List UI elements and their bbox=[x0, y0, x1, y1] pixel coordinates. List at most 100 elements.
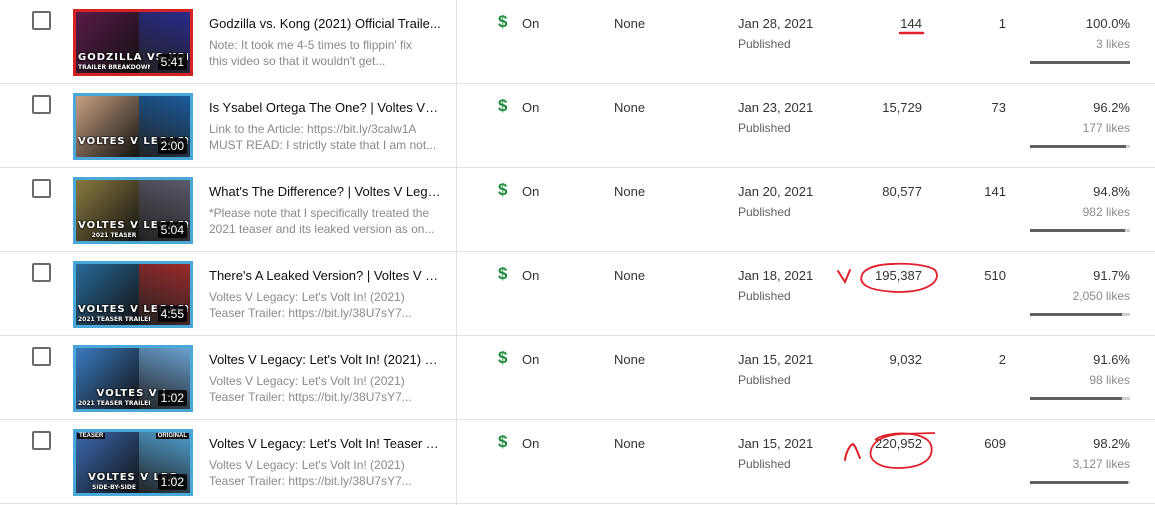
like-count: 982 likes bbox=[1082, 205, 1130, 219]
table-row[interactable]: TEASER ORIGINAL VOLTES V LEG SIDE-BY-SID… bbox=[0, 420, 1155, 504]
table-row[interactable]: VOLTES V L 2021 TEASER TRAILER 1:02 Volt… bbox=[0, 336, 1155, 420]
description-line: Teaser Trailer: https://bit.ly/38U7sY7..… bbox=[209, 474, 412, 488]
like-ratio-fill bbox=[1030, 229, 1125, 232]
like-ratio-fill bbox=[1030, 61, 1130, 64]
row-checkbox[interactable] bbox=[32, 11, 51, 30]
restrictions: None bbox=[614, 184, 646, 199]
table-row[interactable]: VOLTES V LEGACY 2021 TEASER TRAILER 4:55… bbox=[0, 252, 1155, 336]
thumbnail-tag: TEASER bbox=[77, 433, 106, 439]
video-description: Note: It took me 4-5 times to flippin' f… bbox=[209, 37, 441, 69]
video-title[interactable]: Is Ysabel Ortega The One? | Voltes V L..… bbox=[209, 100, 441, 115]
row-checkbox[interactable] bbox=[32, 347, 51, 366]
description-line: Voltes V Legacy: Let's Volt In! (2021) bbox=[209, 458, 405, 472]
dollar-icon[interactable]: $ bbox=[498, 96, 507, 116]
dollar-icon[interactable]: $ bbox=[498, 348, 507, 368]
publish-date: Jan 15, 2021 bbox=[738, 352, 814, 367]
video-description: Voltes V Legacy: Let's Volt In! (2021) T… bbox=[209, 457, 441, 489]
like-percentage: 98.2% bbox=[1093, 436, 1130, 451]
table-row[interactable]: VOLTES V LEGACY 2:00 Is Ysabel Ortega Th… bbox=[0, 84, 1155, 168]
table-row[interactable]: VOLTES V LEGACY 2021 TEASER 5:04 What's … bbox=[0, 168, 1155, 252]
video-description: Voltes V Legacy: Let's Volt In! (2021) T… bbox=[209, 373, 441, 405]
publish-date: Jan 20, 2021 bbox=[738, 184, 814, 199]
video-thumbnail[interactable]: VOLTES V LEGACY 2:00 bbox=[73, 93, 193, 160]
video-title[interactable]: Voltes V Legacy: Let's Volt In! (2021) |… bbox=[209, 352, 441, 367]
like-percentage: 91.7% bbox=[1093, 268, 1130, 283]
video-thumbnail[interactable]: TEASER ORIGINAL VOLTES V LEG SIDE-BY-SID… bbox=[73, 429, 193, 496]
like-ratio-bar bbox=[1030, 313, 1130, 316]
publish-status: Published bbox=[738, 121, 791, 135]
thumbnail-subtitle-text: 2021 TEASER TRAILER bbox=[78, 400, 150, 407]
video-title[interactable]: What's The Difference? | Voltes V Lega..… bbox=[209, 184, 441, 199]
like-count: 2,050 likes bbox=[1072, 289, 1130, 303]
like-ratio-bar bbox=[1030, 397, 1130, 400]
publish-status: Published bbox=[738, 457, 791, 471]
description-line: 2021 teaser and its leaked version as on… bbox=[209, 222, 435, 236]
publish-date: Jan 18, 2021 bbox=[738, 268, 814, 283]
like-ratio-bar bbox=[1030, 229, 1130, 232]
thumbnail-subtitle-text: TRAILER BREAKDOWN bbox=[78, 64, 150, 71]
row-checkbox[interactable] bbox=[32, 95, 51, 114]
comment-count: 141 bbox=[984, 184, 1006, 199]
monetization-status: On bbox=[522, 268, 540, 283]
monetization-status: On bbox=[522, 16, 540, 31]
restrictions: None bbox=[614, 352, 646, 367]
dollar-icon[interactable]: $ bbox=[498, 264, 507, 284]
video-thumbnail[interactable]: VOLTES V L 2021 TEASER TRAILER 1:02 bbox=[73, 345, 193, 412]
like-percentage: 91.6% bbox=[1093, 352, 1130, 367]
view-count: 15,729 bbox=[882, 100, 922, 115]
description-line: this video so that it wouldn't get... bbox=[209, 54, 386, 68]
comment-count: 1 bbox=[998, 16, 1006, 31]
like-ratio-bar bbox=[1030, 481, 1130, 484]
comment-count: 73 bbox=[991, 100, 1006, 115]
description-line: Link to the Article: https://bit.ly/3cal… bbox=[209, 122, 417, 136]
monetization-status: On bbox=[522, 100, 540, 115]
video-title[interactable]: Voltes V Legacy: Let's Volt In! Teaser T… bbox=[209, 436, 441, 451]
restrictions: None bbox=[614, 268, 646, 283]
view-count: 195,387 bbox=[875, 268, 922, 283]
row-checkbox[interactable] bbox=[32, 179, 51, 198]
monetization-status: On bbox=[522, 436, 540, 451]
video-description: Link to the Article: https://bit.ly/3cal… bbox=[209, 121, 441, 153]
table-row[interactable]: GODZILLA VS KONG TRAILER BREAKDOWN 5:41 … bbox=[0, 0, 1155, 84]
video-thumbnail[interactable]: GODZILLA VS KONG TRAILER BREAKDOWN 5:41 bbox=[73, 9, 193, 76]
like-ratio-fill bbox=[1030, 145, 1127, 148]
comment-count: 609 bbox=[984, 436, 1006, 451]
video-title[interactable]: Godzilla vs. Kong (2021) Official Traile… bbox=[209, 16, 441, 31]
description-line: *Please note that I specifically treated… bbox=[209, 206, 430, 220]
publish-status: Published bbox=[738, 205, 791, 219]
video-description: *Please note that I specifically treated… bbox=[209, 205, 441, 237]
comment-count: 510 bbox=[984, 268, 1006, 283]
dollar-icon[interactable]: $ bbox=[498, 12, 507, 32]
like-count: 3,127 likes bbox=[1072, 457, 1130, 471]
row-checkbox[interactable] bbox=[32, 431, 51, 450]
thumbnail-subtitle-text: SIDE-BY-SIDE bbox=[92, 484, 136, 491]
like-count: 177 likes bbox=[1082, 121, 1130, 135]
like-ratio-bar bbox=[1030, 61, 1130, 64]
video-duration: 4:55 bbox=[157, 306, 187, 322]
view-count: 80,577 bbox=[882, 184, 922, 199]
like-percentage: 94.8% bbox=[1093, 184, 1130, 199]
video-thumbnail[interactable]: VOLTES V LEGACY 2021 TEASER 5:04 bbox=[73, 177, 193, 244]
video-title[interactable]: There's A Leaked Version? | Voltes V L..… bbox=[209, 268, 441, 283]
thumbnail-subtitle-text: 2021 TEASER TRAILER bbox=[78, 316, 150, 323]
description-line: MUST READ: I strictly state that I am no… bbox=[209, 138, 437, 152]
column-divider bbox=[456, 0, 457, 505]
video-duration: 1:02 bbox=[157, 390, 187, 406]
thumbnail-subtitle-text: 2021 TEASER bbox=[91, 232, 137, 239]
view-count: 9,032 bbox=[889, 352, 922, 367]
restrictions: None bbox=[614, 16, 646, 31]
like-percentage: 96.2% bbox=[1093, 100, 1130, 115]
monetization-status: On bbox=[522, 352, 540, 367]
description-line: Teaser Trailer: https://bit.ly/38U7sY7..… bbox=[209, 306, 412, 320]
like-percentage: 100.0% bbox=[1085, 16, 1130, 31]
like-count: 3 likes bbox=[1095, 37, 1130, 51]
video-thumbnail[interactable]: VOLTES V LEGACY 2021 TEASER TRAILER 4:55 bbox=[73, 261, 193, 328]
dollar-icon[interactable]: $ bbox=[498, 432, 507, 452]
publish-status: Published bbox=[738, 289, 791, 303]
restrictions: None bbox=[614, 436, 646, 451]
row-checkbox[interactable] bbox=[32, 263, 51, 282]
comment-count: 2 bbox=[998, 352, 1006, 367]
dollar-icon[interactable]: $ bbox=[498, 180, 507, 200]
publish-date: Jan 15, 2021 bbox=[738, 436, 814, 451]
description-line: Voltes V Legacy: Let's Volt In! (2021) bbox=[209, 374, 405, 388]
